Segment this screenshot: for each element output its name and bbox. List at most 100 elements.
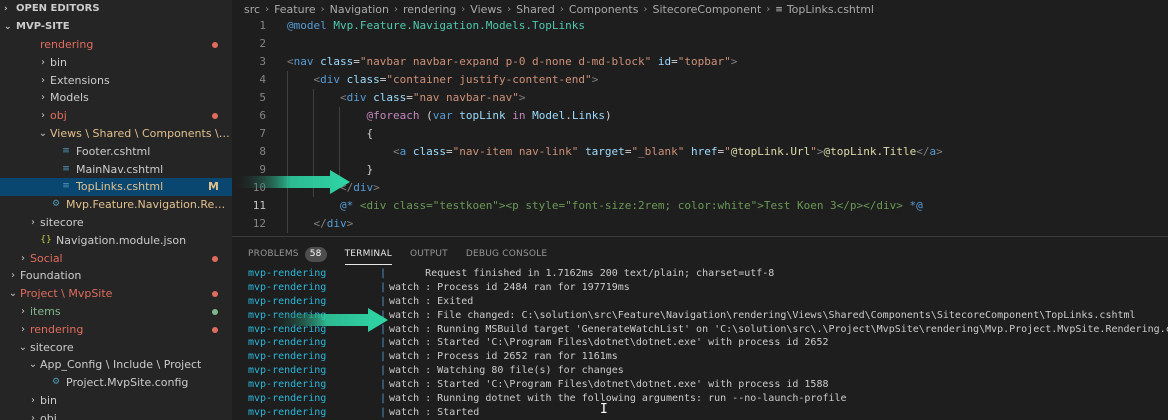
tree-item[interactable]: {} Navigation.module.json: [0, 232, 232, 250]
code-token: @*: [339, 199, 354, 212]
terminal-message: watch : File changed: C:\solution\src\Fe…: [389, 309, 1136, 321]
code-text: {: [287, 125, 373, 143]
git-status-dot-icon: [212, 326, 218, 333]
code-line[interactable]: 2: [232, 35, 1168, 53]
open-editors-header[interactable]: › OPEN EDITORS: [0, 0, 232, 18]
code-token: "container justify-content-end": [386, 73, 592, 86]
tree-item[interactable]: ⌄ Views \ Shared \ Components \ ...: [0, 125, 232, 143]
tab-output[interactable]: OUTPUT: [410, 243, 448, 265]
tree-item-label: bin: [40, 393, 58, 407]
chevron-right-icon: ›: [11, 270, 15, 282]
tree-item-label: Views \ Shared \ Components \ ...: [50, 126, 232, 140]
tree-item[interactable]: ⚙ Mvp.Feature.Navigation.Rendering.c...: [0, 196, 232, 214]
tree-item[interactable]: ⌄ App_Config \ Include \ Project: [0, 356, 232, 374]
tree-item[interactable]: › obj: [0, 107, 232, 125]
tree-item[interactable]: › bin: [0, 54, 232, 72]
code-token: class: [320, 55, 354, 68]
terminal-message: watch : Running dotnet with the followin…: [389, 393, 847, 405]
tree-item[interactable]: › rendering: [0, 321, 232, 339]
mouse-ibeam-icon: I: [600, 402, 608, 417]
terminal-source: mvp-rendering: [248, 365, 327, 377]
code-token: div: [346, 91, 367, 104]
code-line[interactable]: 7 {: [232, 125, 1168, 143]
chevron-right-icon: ›: [21, 252, 25, 264]
code-line[interactable]: 3 <nav class="navbar navbar-expand p-0 d-…: [232, 53, 1168, 71]
tab-label: PROBLEMS: [248, 249, 299, 259]
chevron-down-icon: ⌄: [18, 341, 28, 353]
code-token: .: [565, 109, 572, 122]
terminal-output[interactable]: mvp-rendering | Request finished in 1.716…: [232, 267, 1168, 420]
line-number: 7: [259, 127, 266, 140]
code-editor[interactable]: 1 @model Mvp.Feature.Navigation.Models.To…: [232, 17, 1168, 251]
chevron-right-icon: ›: [21, 323, 25, 335]
tree-item[interactable]: › Extensions: [0, 72, 232, 90]
annotation-arrow-icon: [266, 308, 388, 332]
terminal-line: mvp-rendering | Request finished in 1.716…: [232, 267, 1168, 281]
tab-problems[interactable]: PROBLEMS 58: [248, 243, 327, 265]
code-line[interactable]: 1 @model Mvp.Feature.Navigation.Models.To…: [232, 17, 1168, 35]
code-text: @* <div class="testkoen"><p style="font-…: [287, 197, 923, 215]
tree-item-label: Foundation: [20, 269, 82, 283]
tree-item[interactable]: › obj: [0, 410, 232, 420]
tree-item[interactable]: › sitecore: [0, 214, 232, 232]
tree-item[interactable]: › items: [0, 303, 232, 321]
code-token: @foreach: [366, 109, 420, 122]
tree-item-label: obj: [40, 411, 57, 420]
terminal-line: mvp-rendering | watch : Process id 2652 ra…: [232, 350, 1168, 364]
panel-tabs: PROBLEMS 58 TERMINAL OUTPUT DEBUG CONSOLE: [232, 237, 1168, 271]
code-line[interactable]: 11 @* <div class="testkoen"><p style="fo…: [232, 197, 1168, 215]
git-status-dot-icon: [212, 308, 218, 315]
terminal-message: watch : Exited: [389, 295, 474, 307]
tree-item[interactable]: ≡ Footer.cshtml: [0, 143, 232, 161]
tree-item[interactable]: ≡ TopLinks.cshtml M: [0, 178, 232, 197]
code-line[interactable]: 12 </div>: [232, 215, 1168, 233]
code-token: Links: [571, 109, 605, 122]
git-status-dot-icon: [212, 255, 218, 262]
tree-item[interactable]: ⚙ Project.MvpSite.config: [0, 374, 232, 392]
terminal-message: Request finished in 1.7162ms 200 text/pl…: [389, 268, 775, 279]
code-line[interactable]: 4 <div class="container justify-content-…: [232, 71, 1168, 89]
code-token: Model: [532, 109, 566, 122]
chevron-right-icon: ›: [41, 110, 45, 122]
code-token: div: [353, 181, 374, 194]
code-line[interactable]: 9 }: [232, 161, 1168, 179]
file-icon: ≡: [62, 163, 70, 174]
tree-item-label: rendering: [30, 322, 84, 336]
code-token: "_blank": [631, 145, 685, 158]
code-token: class: [346, 73, 380, 86]
tree-item-label: items: [30, 304, 61, 318]
tab-debug-console[interactable]: DEBUG CONSOLE: [466, 243, 547, 265]
code-line[interactable]: 8 <a class="nav-item nav-link" target="_…: [232, 143, 1168, 161]
code-line[interactable]: 10 </div>: [232, 179, 1168, 197]
file-icon: ≡: [62, 145, 70, 156]
line-number: 12: [252, 217, 266, 230]
tree-item[interactable]: › Foundation: [0, 267, 232, 285]
code-line[interactable]: 5 <div class="nav navbar-nav">: [232, 89, 1168, 107]
tree-item[interactable]: rendering: [0, 36, 232, 54]
tree-item-label: rendering: [40, 38, 94, 51]
tree-item[interactable]: › Models: [0, 89, 232, 107]
tree-item[interactable]: › bin: [0, 392, 232, 410]
terminal-separator: |: [380, 351, 387, 363]
code-token: >: [373, 181, 380, 194]
code-token: ): [604, 109, 612, 122]
json-file-icon: {}: [40, 234, 52, 245]
tree-item[interactable]: ⌄ Project \ MvpSite: [0, 285, 232, 303]
tree-item[interactable]: ≡ MainNav.cshtml: [0, 161, 232, 179]
tab-terminal[interactable]: TERMINAL: [344, 243, 392, 265]
code-token: *@: [909, 199, 923, 212]
terminal-separator: |: [380, 337, 387, 349]
terminal-message: watch : Started 'C:\Program Files\dotnet…: [389, 337, 829, 349]
code-line[interactable]: 6 @foreach (var topLink in Model.Links): [232, 107, 1168, 125]
open-editors-label: OPEN EDITORS: [16, 3, 100, 14]
workspace-header[interactable]: ⌄ MVP-SITE: [0, 18, 232, 36]
code-token: nav: [293, 55, 314, 68]
tree-item[interactable]: › Social: [0, 250, 232, 268]
code-token: ": [724, 145, 731, 158]
tree-item[interactable]: ⌄ sitecore: [0, 339, 232, 357]
